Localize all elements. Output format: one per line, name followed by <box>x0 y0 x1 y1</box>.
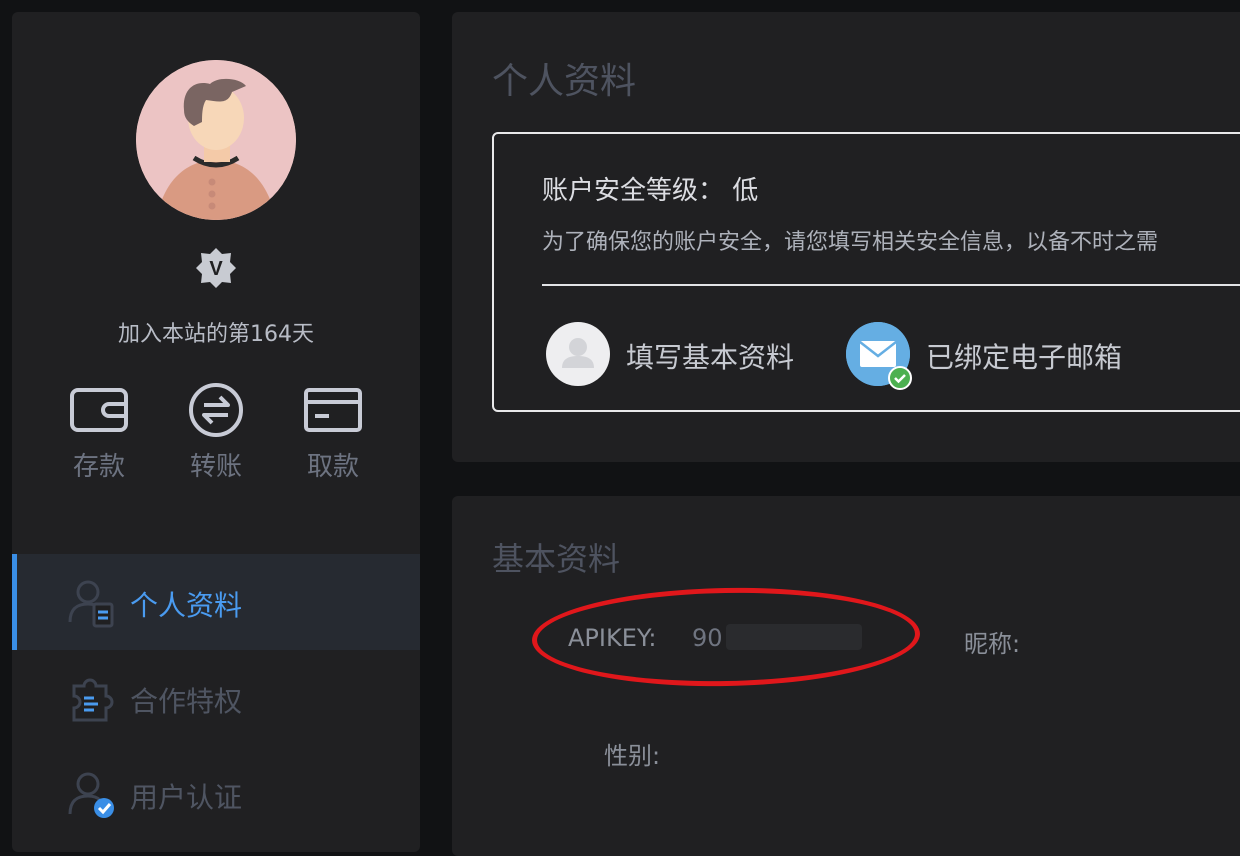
withdraw-label: 取款 <box>306 452 359 482</box>
profile-doc-icon <box>68 580 114 628</box>
email-bound-label: 已绑定电子邮箱 <box>926 341 1123 374</box>
fill-basic-info-label: 填写基本资料 <box>626 341 795 374</box>
nickname-label: 昵称: <box>964 630 1021 658</box>
wallet-icon <box>70 388 128 432</box>
sidebar: V 加入本站的第164天 存款 转账 取款 个人资料 合作特权 用户认证 <box>12 12 420 852</box>
transfer-icon <box>189 383 243 437</box>
vip-badge-icon: V <box>194 246 238 290</box>
sidebar-item-label: 合作特权 <box>130 685 243 718</box>
check-icon <box>888 366 912 390</box>
vip-badge-letter: V <box>209 258 223 280</box>
sidebar-item-cooperation[interactable]: 合作特权 <box>12 650 420 746</box>
card-icon <box>304 388 362 432</box>
user-verified-icon <box>68 772 114 818</box>
transfer-button[interactable]: 转账 <box>171 383 261 483</box>
gender-label: 性别: <box>604 742 661 770</box>
sidebar-item-verification[interactable]: 用户认证 <box>12 746 420 842</box>
profile-card: 个人资料 账户安全等级： 低 为了确保您的账户安全，请您填写相关安全信息，以备不… <box>452 12 1240 462</box>
section-title: 基本资料 <box>492 540 621 578</box>
avatar[interactable] <box>136 60 296 220</box>
divider <box>542 284 1240 286</box>
sidebar-item-label: 个人资料 <box>130 589 243 622</box>
join-days-text: 加入本站的第164天 <box>118 322 314 347</box>
withdraw-button[interactable]: 取款 <box>288 386 378 483</box>
security-panel: 账户安全等级： 低 为了确保您的账户安全，请您填写相关安全信息，以备不时之需 填… <box>492 132 1240 412</box>
transfer-label: 转账 <box>189 452 242 482</box>
deposit-label: 存款 <box>72 452 125 482</box>
puzzle-icon <box>72 678 114 722</box>
sidebar-item-profile[interactable]: 个人资料 <box>12 554 420 650</box>
sidebar-item-label: 用户认证 <box>130 781 243 814</box>
basic-info-card: 基本资料 <box>452 496 1240 856</box>
security-description: 为了确保您的账户安全，请您填写相关安全信息，以备不时之需 <box>542 230 1159 255</box>
security-level-text: 账户安全等级： 低 <box>542 176 759 206</box>
deposit-button[interactable]: 存款 <box>54 386 144 483</box>
page-title: 个人资料 <box>492 61 637 102</box>
user-icon <box>546 322 610 386</box>
